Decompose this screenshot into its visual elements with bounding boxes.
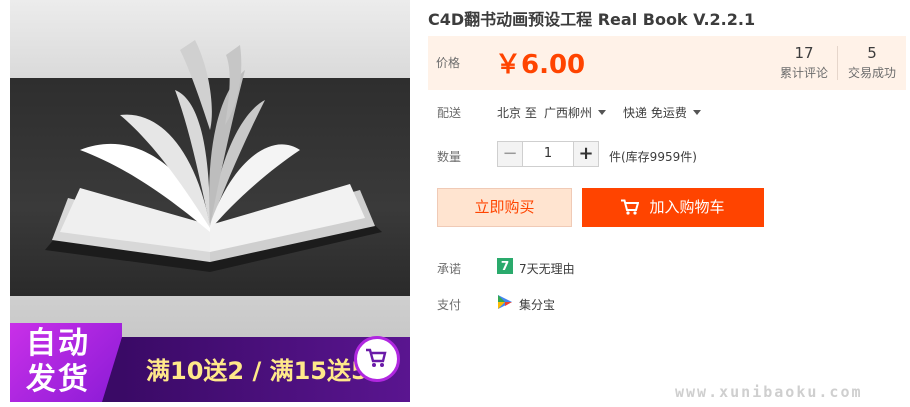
stock-text: 件(库存9959件) — [609, 150, 697, 164]
shipping-method-select[interactable]: 快递 免运费 — [623, 104, 701, 121]
increase-button[interactable]: + — [573, 141, 599, 167]
payment-label: 支付 — [437, 298, 462, 312]
product-title: C4D翻书动画预设工程 Real Book V.2.2.1 — [428, 10, 756, 29]
price-panel: 价格 ￥6.00 17 累计评论 5 交易成功 — [428, 36, 906, 90]
shopping-cart-icon[interactable] — [354, 336, 400, 382]
add-to-cart-label: 加入购物车 — [649, 198, 725, 216]
shipping-label: 配送 — [437, 106, 462, 120]
product-image[interactable]: 自动 发货 满10送2 / 满15送5 — [10, 0, 410, 402]
site-watermark: www.xunibaoku.com — [675, 383, 863, 401]
price-label: 价格 — [436, 56, 461, 70]
price-value: ￥6.00 — [495, 50, 586, 80]
shipping-from: 北京 至 — [497, 106, 537, 120]
decrease-button[interactable]: − — [497, 141, 523, 167]
stat-divider — [837, 46, 838, 80]
auto-delivery-line1: 自动 — [26, 326, 90, 361]
shipping-destination: 广西柳州 — [544, 106, 593, 120]
shipping-method: 快递 免运费 — [623, 106, 687, 120]
deals-label: 交易成功 — [847, 66, 896, 80]
chevron-down-icon — [692, 110, 701, 115]
promo-offer-text: 满10送2 / 满15送5 — [146, 357, 368, 385]
quantity-label: 数量 — [437, 150, 462, 164]
deals-count: 5 — [867, 44, 877, 62]
add-to-cart-button[interactable]: 加入购物车 — [582, 188, 764, 227]
reviews-stat[interactable]: 17 累计评论 — [773, 43, 835, 83]
jifenbao-icon — [498, 295, 512, 309]
auto-delivery-line2: 发货 — [26, 362, 90, 397]
buy-now-button[interactable]: 立即购买 — [437, 188, 572, 227]
reviews-label: 累计评论 — [779, 66, 828, 80]
promise-label: 承诺 — [437, 262, 462, 276]
seven-day-return-icon: 7 — [497, 258, 513, 274]
cart-icon — [621, 199, 640, 215]
quantity-input[interactable]: 1 — [522, 141, 574, 167]
promise-text[interactable]: 7天无理由 — [519, 260, 575, 277]
promo-banner[interactable]: 自动 发货 满10送2 / 满15送5 — [10, 323, 410, 402]
reviews-count: 17 — [794, 44, 814, 62]
payment-text: 集分宝 — [519, 298, 556, 312]
chevron-down-icon — [598, 110, 607, 115]
deals-stat: 5 交易成功 — [841, 43, 903, 83]
shipping-destination-select[interactable]: 广西柳州 — [544, 104, 607, 121]
